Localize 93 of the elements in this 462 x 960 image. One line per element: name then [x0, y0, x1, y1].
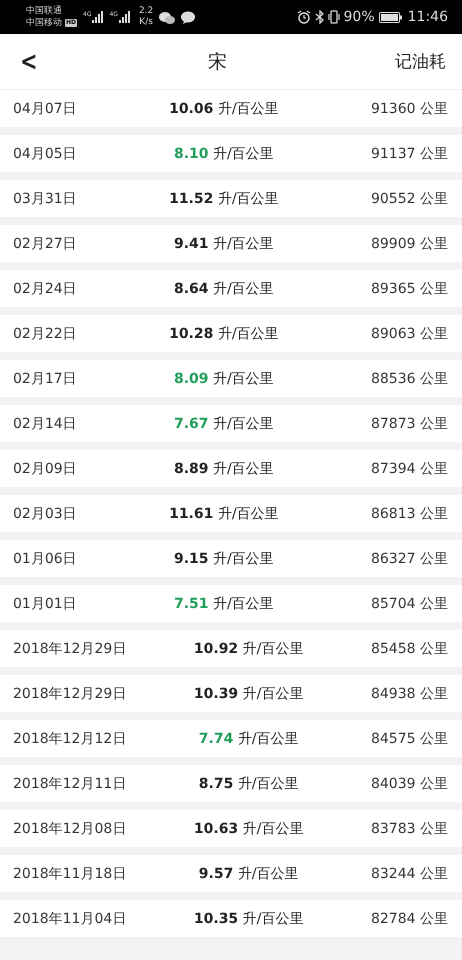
record-date: 02月17日 — [13, 370, 77, 388]
bluetooth-icon — [314, 10, 324, 24]
record-date: 03月31日 — [13, 190, 77, 208]
vibrate-icon — [328, 10, 340, 24]
fuel-consumption: 9.57 升/百公里 — [198, 864, 298, 882]
signal-icon — [92, 11, 104, 23]
odometer-reading: 86813 公里 — [370, 504, 448, 522]
record-row[interactable]: 03月31日 11.52 升/百公里 90552 公里 — [0, 180, 462, 217]
record-fuel-button[interactable]: 记油耗 — [390, 46, 450, 77]
fuel-consumption: 7.67 升/百公里 — [174, 414, 274, 432]
record-row[interactable]: 2018年11月04日 10.35 升/百公里 82784 公里 — [0, 900, 462, 937]
record-date: 2018年12月12日 — [13, 730, 126, 748]
record-date: 2018年12月11日 — [13, 774, 126, 792]
odometer-reading: 85704 公里 — [370, 594, 448, 612]
record-row[interactable]: 02月09日 8.89 升/百公里 87394 公里 — [0, 450, 462, 487]
fuel-consumption: 8.10 升/百公里 — [174, 144, 274, 162]
odometer-reading: 87873 公里 — [370, 414, 448, 432]
speed-unit: K/s — [138, 17, 154, 28]
record-date: 04月05日 — [13, 144, 77, 162]
record-row[interactable]: 02月24日 8.64 升/百公里 89365 公里 — [0, 270, 462, 307]
odometer-reading: 90552 公里 — [370, 190, 448, 208]
record-row[interactable]: 2018年12月11日 8.75 升/百公里 84039 公里 — [0, 765, 462, 802]
record-date: 02月03日 — [13, 504, 77, 522]
odometer-reading: 83783 公里 — [370, 820, 448, 838]
odometer-reading: 84938 公里 — [370, 684, 448, 702]
fuel-consumption: 9.41 升/百公里 — [174, 234, 274, 252]
record-date: 2018年12月29日 — [13, 684, 126, 702]
battery-percent: 90% — [344, 9, 375, 25]
fuel-consumption: 7.74 升/百公里 — [198, 730, 298, 748]
fuel-consumption: 11.52 升/百公里 — [169, 190, 279, 208]
record-date: 2018年12月08日 — [13, 820, 126, 838]
odometer-reading: 89365 公里 — [370, 280, 448, 298]
odometer-reading: 89909 公里 — [370, 234, 448, 252]
record-row[interactable]: 04月07日 10.06 升/百公里 91360 公里 — [0, 90, 462, 127]
record-date: 02月24日 — [13, 280, 77, 298]
odometer-reading: 85458 公里 — [370, 640, 448, 658]
record-row[interactable]: 02月17日 8.09 升/百公里 88536 公里 — [0, 360, 462, 397]
record-date: 2018年11月04日 — [13, 910, 126, 928]
record-row[interactable]: 01月01日 7.51 升/百公里 85704 公里 — [0, 585, 462, 622]
record-row[interactable]: 01月06日 9.15 升/百公里 86327 公里 — [0, 540, 462, 577]
fuel-consumption: 10.63 升/百公里 — [194, 820, 304, 838]
record-row[interactable]: 02月22日 10.28 升/百公里 89063 公里 — [0, 315, 462, 352]
odometer-reading: 87394 公里 — [370, 460, 448, 478]
fuel-consumption: 8.89 升/百公里 — [174, 460, 274, 478]
clock-time: 11:46 — [408, 9, 448, 25]
record-row[interactable]: 04月05日 8.10 升/百公里 91137 公里 — [0, 135, 462, 172]
signal-icon — [118, 11, 130, 23]
record-row[interactable]: 2018年12月29日 10.39 升/百公里 84938 公里 — [0, 675, 462, 712]
message-icon — [181, 10, 196, 24]
record-row[interactable]: 2018年12月08日 10.63 升/百公里 83783 公里 — [0, 810, 462, 847]
record-date: 02月09日 — [13, 460, 77, 478]
odometer-reading: 86327 公里 — [370, 550, 448, 568]
odometer-reading: 91360 公里 — [370, 100, 448, 118]
battery-icon — [378, 12, 402, 22]
alarm-icon — [296, 10, 311, 24]
fuel-consumption: 11.61 升/百公里 — [169, 504, 279, 522]
fuel-consumption: 10.06 升/百公里 — [169, 100, 279, 118]
carrier-name: 中国移动 — [26, 17, 62, 29]
record-date: 01月01日 — [13, 594, 77, 612]
fuel-consumption: 10.39 升/百公里 — [194, 684, 304, 702]
record-row[interactable]: 02月03日 11.61 升/百公里 86813 公里 — [0, 495, 462, 532]
odometer-reading: 82784 公里 — [370, 910, 448, 928]
record-date: 02月14日 — [13, 414, 77, 432]
chat-bubbles-icon — [159, 10, 176, 24]
fuel-consumption: 10.28 升/百公里 — [169, 324, 279, 342]
record-date: 01月06日 — [13, 550, 77, 568]
fuel-consumption: 8.75 升/百公里 — [198, 774, 298, 792]
fuel-consumption: 8.09 升/百公里 — [174, 370, 274, 388]
record-date: 02月27日 — [13, 234, 77, 252]
record-row[interactable]: 2018年12月12日 7.74 升/百公里 84575 公里 — [0, 720, 462, 757]
record-row[interactable]: 02月27日 9.41 升/百公里 89909 公里 — [0, 225, 462, 262]
record-date: 04月07日 — [13, 100, 77, 118]
odometer-reading: 91137 公里 — [370, 144, 448, 162]
page-title: 宋 — [208, 50, 227, 74]
odometer-reading: 88536 公里 — [370, 370, 448, 388]
carrier-name: 中国联通 — [26, 5, 62, 17]
record-date: 2018年11月18日 — [13, 864, 126, 882]
record-date: 02月22日 — [13, 324, 77, 342]
record-row[interactable]: 2018年12月29日 10.92 升/百公里 85458 公里 — [0, 630, 462, 667]
fuel-consumption: 9.15 升/百公里 — [174, 550, 274, 568]
odometer-reading: 89063 公里 — [370, 324, 448, 342]
odometer-reading: 84039 公里 — [370, 774, 448, 792]
fuel-consumption: 8.64 升/百公里 — [174, 280, 274, 298]
speed-value: 2.2 — [138, 6, 154, 17]
odometer-reading: 83244 公里 — [370, 864, 448, 882]
fuel-consumption: 10.92 升/百公里 — [194, 640, 304, 658]
record-row[interactable]: 2018年11月18日 9.57 升/百公里 83244 公里 — [0, 855, 462, 892]
back-button[interactable]: < — [16, 44, 41, 78]
odometer-reading: 84575 公里 — [370, 730, 448, 748]
record-date: 2018年12月29日 — [13, 640, 126, 658]
record-row[interactable]: 02月14日 7.67 升/百公里 87873 公里 — [0, 405, 462, 442]
fuel-consumption: 10.35 升/百公里 — [194, 910, 304, 928]
fuel-consumption: 7.51 升/百公里 — [174, 594, 274, 612]
